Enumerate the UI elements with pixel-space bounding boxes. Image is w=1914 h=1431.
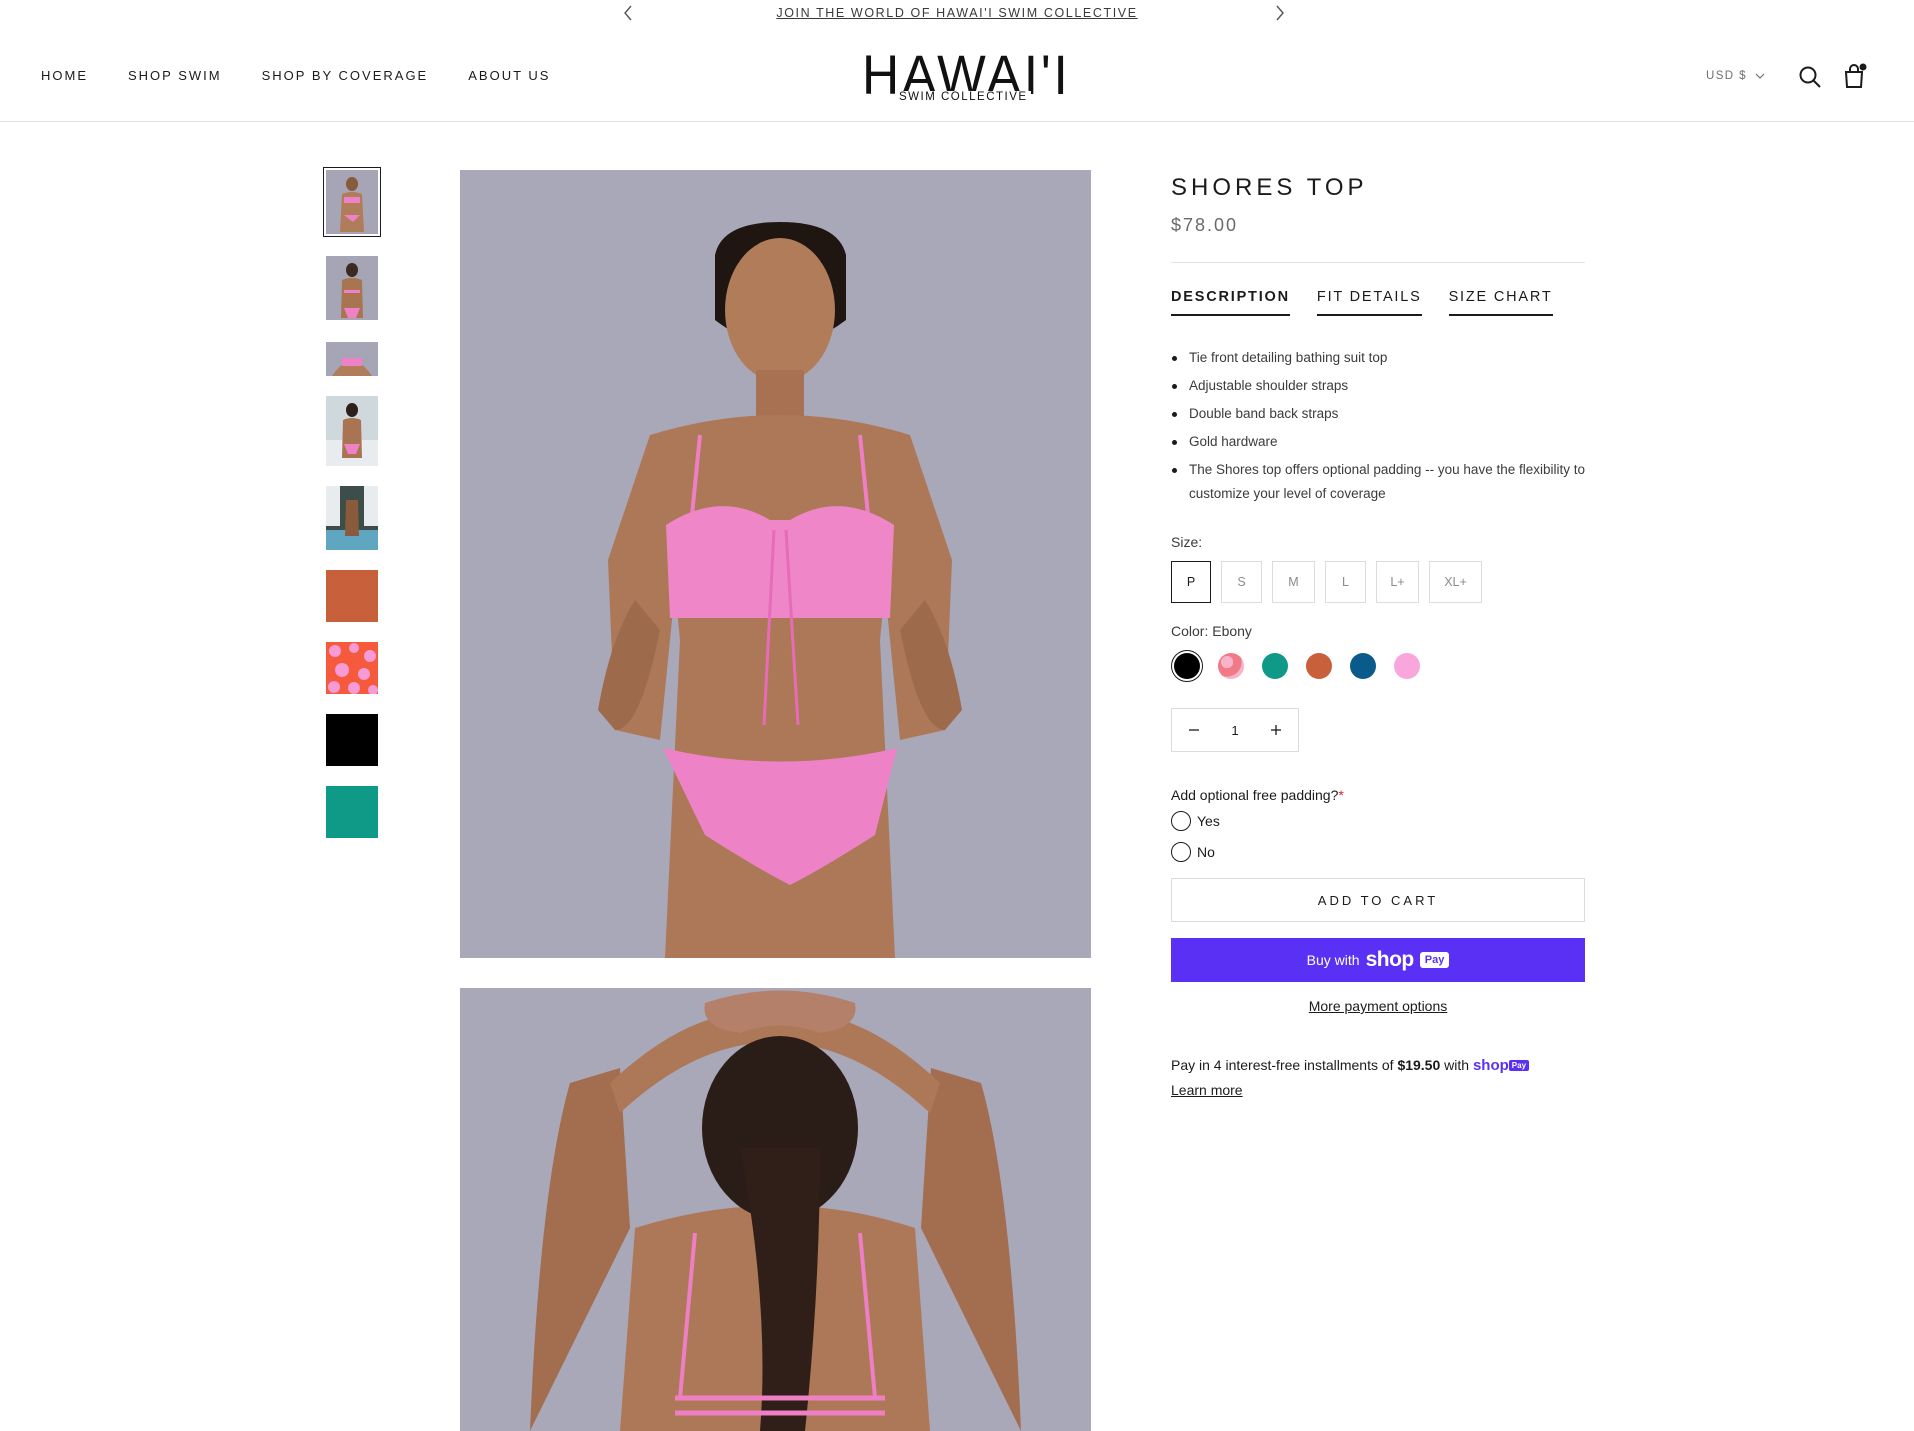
thumbnail-back[interactable] [326, 256, 378, 320]
quantity-value[interactable]: 1 [1231, 723, 1238, 738]
thumbnail-floral-swatch[interactable] [326, 642, 378, 694]
radio-yes[interactable] [1171, 811, 1191, 831]
nav-shop-swim[interactable]: SHOP SWIM [128, 68, 222, 83]
nav-about-us[interactable]: ABOUT US [468, 68, 550, 83]
padding-option-label: Yes [1197, 813, 1220, 829]
thumbnail-front[interactable] [323, 167, 381, 237]
product-tabs: DESCRIPTION FIT DETAILS SIZE CHART [1171, 289, 1580, 316]
padding-question-text: Add optional free padding? [1171, 787, 1339, 803]
chevron-down-icon [1755, 73, 1765, 79]
description-item: Double band back straps [1171, 402, 1585, 426]
padding-option-yes[interactable]: Yes [1171, 811, 1220, 831]
product-image-back[interactable] [460, 988, 1091, 1431]
quantity-stepper: 1 [1171, 708, 1299, 752]
announcement-next-icon[interactable] [1270, 3, 1290, 23]
shop-pay-badge: Pay [1419, 952, 1450, 968]
thumbnail-teal-swatch[interactable] [326, 786, 378, 838]
main-nav: HOME SHOP SWIM SHOP BY COVERAGE ABOUT US [41, 68, 590, 83]
product-image-front[interactable] [460, 170, 1091, 958]
description-list: Tie front detailing bathing suit top Adj… [1171, 346, 1585, 510]
plus-icon[interactable] [1268, 722, 1284, 738]
size-selector: P S M L L+ XL+ [1171, 561, 1482, 603]
thumbnail-beach[interactable] [326, 396, 378, 466]
color-swatch-rust[interactable] [1303, 650, 1335, 682]
installments-note: Pay in 4 interest-free installments of $… [1171, 1053, 1585, 1102]
color-swatch-pink-floral[interactable] [1215, 650, 1247, 682]
required-mark: * [1338, 787, 1344, 803]
size-option-l[interactable]: L [1325, 561, 1366, 603]
shop-pay-badge-small: Pay [1508, 1060, 1530, 1071]
size-option-s[interactable]: S [1221, 561, 1262, 603]
thumbnail-detail[interactable] [326, 342, 378, 376]
product-price: $78.00 [1171, 215, 1239, 235]
color-swatch-ebony[interactable] [1171, 650, 1203, 682]
size-option-p[interactable]: P [1171, 561, 1211, 603]
installments-amount: $19.50 [1397, 1057, 1441, 1073]
description-item: Tie front detailing bathing suit top [1171, 346, 1585, 370]
color-swatch-teal[interactable] [1259, 650, 1291, 682]
shop-pay-logo: shop [1365, 948, 1415, 971]
logo-subtitle: SWIM COLLECTIVE [896, 91, 1031, 103]
tab-size-chart[interactable]: SIZE CHART [1448, 289, 1553, 316]
radio-no[interactable] [1171, 842, 1191, 862]
announcement-link[interactable]: JOIN THE WORLD OF HAWAI'I SWIM COLLECTIV… [0, 6, 1914, 20]
color-label: Color: Ebony [1171, 623, 1252, 639]
currency-label: USD $ [1706, 70, 1747, 82]
color-selector [1171, 650, 1423, 682]
divider [1171, 262, 1585, 263]
thumbnail-rust-swatch[interactable] [326, 570, 378, 622]
thumbnail-poolside[interactable] [326, 486, 378, 550]
padding-option-no[interactable]: No [1171, 842, 1215, 862]
nav-home[interactable]: HOME [41, 68, 88, 83]
more-payment-options-link[interactable]: More payment options [1171, 998, 1585, 1014]
padding-question: Add optional free padding?* [1171, 787, 1344, 803]
site-logo[interactable]: HAWAI'I SWIM COLLECTIVE [860, 47, 1068, 108]
installments-suffix: with [1444, 1057, 1470, 1073]
color-swatch-ocean[interactable] [1347, 650, 1379, 682]
search-icon[interactable] [1798, 65, 1822, 89]
tab-fit-details[interactable]: FIT DETAILS [1316, 289, 1422, 316]
installments-prefix: Pay in 4 interest-free installments of [1171, 1057, 1394, 1073]
shop-pay-logo-small: shop [1472, 1057, 1509, 1074]
size-label: Size: [1171, 534, 1203, 550]
size-option-m[interactable]: M [1272, 561, 1315, 603]
size-option-xl-plus[interactable]: XL+ [1429, 561, 1482, 603]
add-to-cart-button[interactable]: ADD TO CART [1171, 878, 1585, 922]
cart-icon[interactable] [1842, 63, 1868, 89]
description-item: Gold hardware [1171, 430, 1585, 454]
learn-more-link[interactable]: Learn more [1171, 1082, 1243, 1098]
padding-option-label: No [1197, 844, 1215, 860]
product-title: SHORES TOP [1171, 174, 1368, 201]
shop-pay-prefix: Buy with [1306, 952, 1360, 968]
announcement-bar: JOIN THE WORLD OF HAWAI'I SWIM COLLECTIV… [0, 0, 1914, 30]
shop-pay-button[interactable]: Buy with shop Pay [1171, 938, 1585, 982]
color-swatch-pink[interactable] [1391, 650, 1423, 682]
tab-description[interactable]: DESCRIPTION [1171, 289, 1290, 316]
minus-icon[interactable] [1186, 722, 1202, 738]
currency-selector[interactable]: USD $ [1706, 70, 1765, 82]
description-item: Adjustable shoulder straps [1171, 374, 1585, 398]
size-option-l-plus[interactable]: L+ [1376, 561, 1419, 603]
description-item: The Shores top offers optional padding -… [1171, 458, 1585, 506]
nav-shop-by-coverage[interactable]: SHOP BY COVERAGE [262, 68, 429, 83]
site-header: HOME SHOP SWIM SHOP BY COVERAGE ABOUT US… [0, 30, 1914, 122]
thumbnail-ebony-swatch[interactable] [326, 714, 378, 766]
